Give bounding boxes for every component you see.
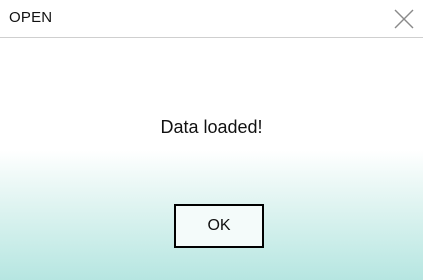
close-icon — [394, 9, 414, 29]
window-title: OPEN — [9, 9, 53, 26]
title-bar: OPEN — [0, 0, 423, 38]
ok-button[interactable]: OK — [174, 204, 264, 248]
dialog-message: Data loaded! — [160, 117, 263, 137]
message-dialog: OPEN Data loaded! OK — [0, 0, 423, 280]
close-button[interactable] — [391, 6, 417, 32]
ok-button-label: OK — [207, 217, 231, 234]
